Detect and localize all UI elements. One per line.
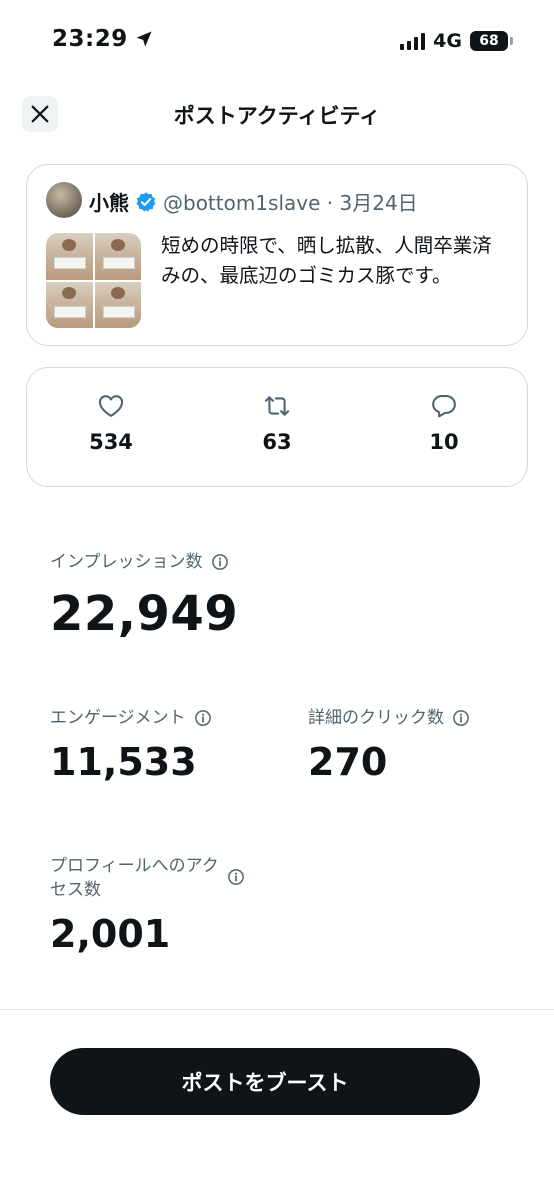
info-icon[interactable] bbox=[211, 553, 229, 571]
media-image bbox=[46, 281, 93, 328]
media-image bbox=[94, 233, 141, 280]
status-time-group: 23:29 bbox=[52, 26, 154, 52]
engagement-label: エンゲージメント bbox=[50, 708, 186, 728]
detail-clicks-label-row: 詳細のクリック数 bbox=[308, 706, 470, 730]
reposts-count: 63 bbox=[262, 430, 292, 454]
detail-clicks-metric: 詳細のクリック数 270 bbox=[308, 706, 470, 784]
status-time: 23:29 bbox=[52, 26, 128, 52]
status-bar: 23:29 4G 68 bbox=[0, 0, 554, 80]
post-handle-date: @bottom1slave · 3月24日 bbox=[163, 191, 418, 215]
header: ポストアクティビティ bbox=[0, 88, 554, 140]
media-image bbox=[94, 281, 141, 328]
profile-visits-value: 2,001 bbox=[50, 912, 171, 956]
engagement-label-row: エンゲージメント bbox=[50, 706, 212, 730]
media-image bbox=[46, 233, 93, 280]
profile-visits-metric: プロフィールへのアクセス数 2,001 bbox=[50, 854, 260, 956]
divider bbox=[0, 1009, 554, 1010]
engagement-metric: エンゲージメント 11,533 bbox=[50, 706, 212, 784]
cellular-signal-icon bbox=[400, 32, 426, 50]
network-type: 4G bbox=[433, 30, 462, 52]
status-indicators: 4G 68 bbox=[400, 30, 513, 52]
boost-post-button[interactable]: ポストをブースト bbox=[50, 1048, 480, 1115]
impressions-label-row: インプレッション数 bbox=[50, 550, 238, 574]
profile-visits-label-row: プロフィールへのアクセス数 bbox=[50, 854, 260, 902]
post-media-thumbnail[interactable] bbox=[46, 233, 141, 328]
reposts-stat[interactable]: 63 bbox=[227, 392, 327, 454]
info-icon[interactable] bbox=[194, 709, 212, 727]
heart-icon bbox=[98, 395, 124, 417]
avatar[interactable] bbox=[46, 182, 82, 218]
info-icon[interactable] bbox=[452, 709, 470, 727]
detail-clicks-value: 270 bbox=[308, 740, 388, 784]
engagement-stats-card: 534 63 10 bbox=[26, 367, 528, 487]
likes-stat[interactable]: 534 bbox=[61, 392, 161, 454]
author-name: 小熊 bbox=[89, 191, 129, 215]
verified-badge-icon bbox=[136, 191, 156, 212]
replies-count: 10 bbox=[429, 430, 459, 454]
post-author-line: 小熊 @bottom1slave · 3月24日 bbox=[89, 187, 418, 216]
info-icon[interactable] bbox=[227, 868, 245, 886]
post-preview-card[interactable]: 小熊 @bottom1slave · 3月24日 短めの時限で、晒し拡散、人間卒… bbox=[26, 164, 528, 346]
location-arrow-icon bbox=[136, 31, 152, 47]
impressions-metric: インプレッション数 22,949 bbox=[50, 550, 238, 641]
reply-bubble-icon bbox=[432, 395, 456, 418]
profile-visits-label: プロフィールへのアクセス数 bbox=[50, 856, 219, 900]
likes-count: 534 bbox=[89, 430, 133, 454]
engagement-value: 11,533 bbox=[50, 740, 197, 784]
impressions-label: インプレッション数 bbox=[50, 552, 203, 572]
page-title: ポストアクティビティ bbox=[173, 104, 381, 128]
battery-indicator: 68 bbox=[470, 31, 513, 51]
impressions-value: 22,949 bbox=[50, 586, 239, 642]
repost-icon bbox=[264, 396, 290, 416]
detail-clicks-label: 詳細のクリック数 bbox=[308, 708, 444, 728]
post-text: 短めの時限で、晒し拡散、人間卒業済みの、最底辺のゴミカス豚です。 bbox=[161, 234, 492, 287]
replies-stat[interactable]: 10 bbox=[394, 392, 494, 454]
